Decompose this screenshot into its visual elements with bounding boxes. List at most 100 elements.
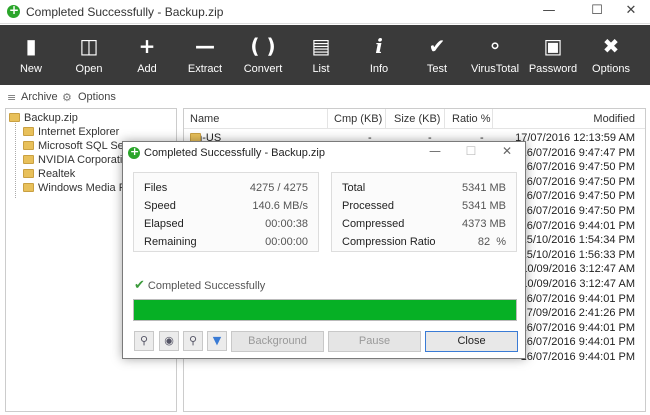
row-modified: 10/09/2016 3:12:47 AM [521,263,635,276]
add-label: Add [137,63,157,75]
options-label: Options [592,63,630,75]
app-icon [7,3,20,18]
info-icon: i [375,34,383,58]
test-label: Test [426,63,448,75]
folder-icon [23,183,34,192]
row-modified: 16/07/2016 9:47:50 PM [520,190,635,203]
column-ratio[interactable]: Ratio % [452,113,491,125]
convert-label: Convert [243,63,283,75]
progress-dialog: Completed Successfully - Backup.zip — ☐ … [122,141,526,359]
column-size[interactable]: Size (KB) [394,113,440,125]
close-window-button[interactable]: ✕ [608,0,650,24]
folder-icon [23,141,34,150]
column-name[interactable]: Name [190,113,219,125]
gear-icon[interactable]: ⚙ [62,91,72,104]
stat-label: Speed [144,200,176,212]
dialog-close-button[interactable]: ✕ [497,144,517,158]
file-list-header: Name Cmp (KB) Size (KB) Ratio % Modified [184,109,645,129]
extract-button[interactable]: — Extract [184,25,226,85]
pin-icon[interactable]: ⚲ [134,331,154,351]
open-button[interactable]: ◫ Open [68,25,110,85]
row-modified: 16/07/2016 9:47:47 PM [520,146,635,159]
tree-item[interactable]: Internet Explorer [23,126,119,141]
main-toolbar: ▮ New ◫ Open + Add — Extract ( ) Convert… [0,25,650,85]
stat-elapsed: Elapsed 00:00:38 [134,215,318,233]
dialog-title-bar: Completed Successfully - Backup.zip — ☐ … [123,142,525,164]
virustotal-button[interactable]: ⚬ VirusTotal [469,25,521,85]
row-modified: 16/07/2016 9:47:50 PM [520,161,635,174]
stat-label: Compressed [342,218,405,230]
stat-files: Files 4275 / 4275 [134,179,318,197]
new-button[interactable]: ▮ New [10,25,52,85]
tree-item-label: Internet Explorer [38,126,120,138]
column-modified[interactable]: Modified [593,113,635,125]
stat-value: 00:00:38 [265,218,308,230]
status-line: ✔ Completed Successfully [134,278,265,293]
list-button[interactable]: ▤ List [300,25,342,85]
background-button[interactable]: Background [231,331,324,352]
archive-menu[interactable]: Archive [21,91,58,103]
row-modified: 16/07/2016 9:44:01 PM [520,219,635,232]
folder-icon [23,127,34,136]
stat-remaining: Remaining 00:00:00 [134,233,318,251]
row-modified: 15/10/2016 1:56:33 PM [520,248,635,261]
dialog-maximize-button[interactable]: ☐ [461,144,481,158]
column-cmp[interactable]: Cmp (KB) [334,113,382,125]
convert-button[interactable]: ( ) Convert [240,25,286,85]
row-modified: 16/07/2016 9:44:01 PM [520,336,635,349]
hamburger-icon[interactable]: ≡ [7,91,16,104]
tree-item[interactable]: Realtek [23,168,75,183]
row-modified: 16/07/2016 9:47:50 PM [520,175,635,188]
size-stats: Total 5341 MB Processed 5341 MB Compressed… [331,172,517,252]
column-divider [444,109,445,129]
new-file-icon: ▮ [25,34,37,58]
password-button[interactable]: ▣ Password [528,25,578,85]
column-divider [492,109,493,129]
window-title: Completed Successfully - Backup.zip [26,5,224,19]
tree-item[interactable]: NVIDIA Corporation [23,154,135,169]
plus-icon: + [138,34,156,58]
row-modified: 15/10/2016 1:54:34 PM [520,234,635,247]
row-modified: 16/07/2016 9:44:01 PM [520,321,635,334]
test-button[interactable]: ✔ Test [416,25,458,85]
open-book-icon: ◫ [79,34,99,58]
stat-speed: Speed 140.6 MB/s [134,197,318,215]
stat-total: Total 5341 MB [332,179,516,197]
dialog-minimize-button[interactable]: — [425,144,445,158]
options-menu[interactable]: Options [78,91,116,103]
info-button[interactable]: i Info [358,25,400,85]
stat-value: 5341 MB [461,182,506,194]
close-button[interactable]: Close [425,331,518,352]
dialog-title: Completed Successfully - Backup.zip [144,147,325,159]
tree-root[interactable]: Backup.zip [9,112,78,127]
tree-connector [15,123,16,198]
virustotal-label: VirusTotal [470,63,520,75]
convert-icon: ( ) [250,34,276,58]
new-label: New [19,63,42,75]
power-icon[interactable]: ◉ [159,331,179,351]
minimize-button[interactable]: — [526,0,572,24]
options-button[interactable]: ✖ Options [588,25,634,85]
lock-icon: ▣ [543,34,563,58]
extract-label: Extract [187,63,223,75]
stat-label: Total [342,182,366,194]
stat-value: 00:00:00 [265,236,308,248]
chevron-down-icon[interactable]: ▼ [207,331,227,351]
status-text: Completed Successfully [147,280,266,292]
folder-icon [9,113,20,122]
add-button[interactable]: + Add [126,25,168,85]
transfer-stats: Files 4275 / 4275 Speed 140.6 MB/s Elapsed… [133,172,319,252]
stat-label: Compression Ratio [342,236,436,248]
row-modified: 17/07/2016 12:13:59 AM [515,132,635,144]
check-icon: ✔ [134,278,145,293]
pause-button[interactable]: Pause [328,331,421,352]
search-icon[interactable]: ⚲ [183,331,203,351]
stat-compression-ratio: Compression Ratio 82 % [332,233,516,251]
app-icon [128,145,140,159]
progress-bar [133,299,517,321]
stat-value: 140.6 MB/s [252,200,308,212]
tree-item-label: Realtek [38,168,76,180]
check-icon: ✔ [428,34,446,58]
stat-label: Processed [342,200,394,212]
tools-icon: ✖ [602,34,620,58]
